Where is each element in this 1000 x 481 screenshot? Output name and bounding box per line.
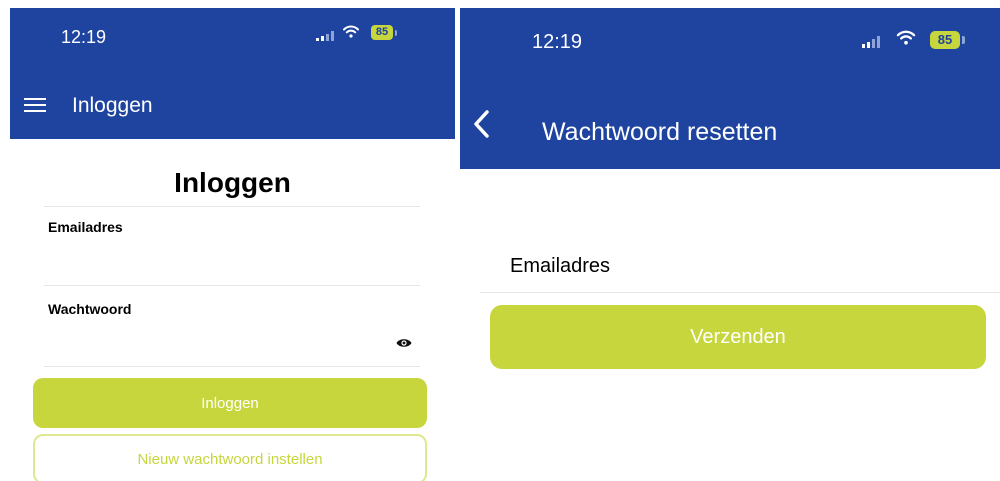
login-screen: 12:19 85 Inloggen Inloggen Emailadres Wa… — [10, 0, 455, 481]
nav-title: Inloggen — [72, 94, 153, 117]
password-field[interactable] — [48, 328, 388, 356]
wifi-icon — [343, 25, 359, 38]
divider — [44, 206, 420, 207]
page-title: Inloggen — [174, 167, 291, 198]
battery-icon: 85 — [371, 25, 393, 40]
divider — [44, 285, 420, 286]
divider — [44, 366, 420, 367]
login-button[interactable]: Inloggen — [33, 378, 427, 428]
battery-tip — [962, 36, 965, 44]
battery-icon: 85 — [930, 31, 960, 49]
new-password-button[interactable]: Nieuw wachtwoord instellen — [33, 434, 427, 481]
send-button[interactable]: Verzenden — [490, 305, 986, 369]
menu-icon[interactable] — [24, 98, 46, 114]
divider — [480, 292, 1000, 293]
password-label: Wachtwoord — [48, 301, 132, 317]
email-field[interactable] — [48, 245, 418, 273]
chevron-left-icon[interactable] — [472, 109, 490, 139]
signal-icon — [316, 31, 334, 41]
status-time: 12:19 — [532, 31, 583, 53]
reset-password-screen: 12:19 85 Wachtwoord resetten Emailadres … — [460, 0, 1000, 481]
status-time: 12:19 — [61, 27, 107, 47]
email-label: Emailadres — [48, 219, 123, 235]
nav-title: Wachtwoord resetten — [542, 118, 778, 146]
eye-icon[interactable] — [396, 337, 412, 349]
signal-icon — [862, 36, 880, 48]
email-field[interactable] — [620, 252, 980, 282]
wifi-icon — [896, 30, 916, 45]
email-label: Emailadres — [510, 255, 611, 277]
